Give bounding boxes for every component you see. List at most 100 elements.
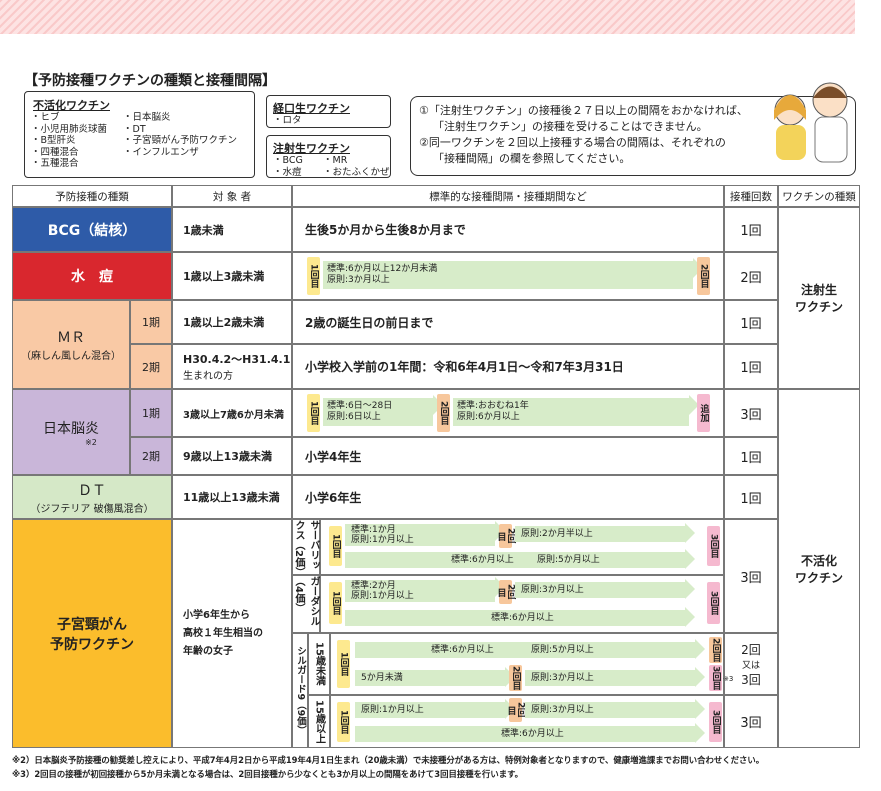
dt-schedule: 小学6年生 — [292, 475, 724, 519]
header-schedule: 標準的な接種間隔・接種期間など — [292, 185, 724, 207]
hpv-count-2b: 又は — [741, 660, 760, 671]
je-note: ※2 — [85, 437, 97, 447]
inactive-list-1: ・ヒブ ・小児用肺炎球菌 ・B型肝炎 ・四種混合 ・五種混合 — [31, 112, 108, 169]
section-title: 【予防接種ワクチンの種類と接種間隔】 — [24, 73, 276, 89]
hpv-title-1: 子宮頸がん — [57, 616, 127, 633]
silgard-label: シルガード9（9価） — [292, 633, 308, 748]
oral-vaccine-box: 経口生ワクチン ・ロタ — [266, 95, 391, 128]
je-min-1: 原則:6日以上 — [327, 412, 381, 422]
dose-1-tag: 1回目 — [337, 640, 350, 688]
dose-2-tag: 2回目 — [697, 257, 710, 295]
silgard-over15-schedule: 1回目 原則:1か月以上 2回目 原則:3か月以上 標準:6か月以上 3回目 — [330, 695, 724, 748]
mr-subtitle: （麻しん風しん混合） — [21, 351, 121, 362]
cv-std: 標準:1か月 — [351, 525, 396, 535]
dose-1-tag: 1回目 — [307, 394, 320, 432]
oral-title: 経口生ワクチン — [273, 102, 350, 115]
s9-std: 標準:6か月以上 — [431, 645, 494, 655]
row-hpv-name: 子宮頸がん 予防ワクチン — [12, 519, 172, 748]
je-period-1: 1期 — [130, 389, 172, 437]
dt-subtitle: （ジフテリア 破傷風混合） — [30, 503, 154, 515]
mr-count-1: 1回 — [724, 300, 778, 344]
oral-item: ・ロタ — [273, 115, 302, 126]
row-dt-name: ＤＴ （ジフテリア 破傷風混合） — [12, 475, 172, 519]
cv-min2: 原則:2か月半以上 — [521, 529, 593, 539]
cervarix-label: サーバリックス（2価） — [292, 519, 320, 577]
je-count-2: 1回 — [724, 437, 778, 475]
cv-min3: 原則:5か月以上 — [537, 555, 600, 565]
dose-2-tag: 2回目 — [506, 698, 526, 722]
mr-target-2-dates: H30.4.2～H31.4.1 — [183, 353, 291, 366]
je-min-2: 原則:6か月以上 — [457, 412, 520, 422]
je-target-1: 3歳以上7歳6か月未満 — [172, 389, 292, 437]
s9-min: 原則:5か月以上 — [531, 645, 594, 655]
dose-2-tag: 2回目 — [496, 524, 516, 548]
inactive-list-2: ・日本脳炎 ・DT ・子宮頸がん予防ワクチン ・インフルエンザ — [123, 112, 238, 158]
gd-min2: 原則:3か月以上 — [521, 585, 584, 595]
je-std-1: 標準:6日～28日 — [327, 401, 393, 411]
cv-min: 原則:1か月以上 — [351, 535, 414, 545]
mr-title: ＭＲ — [57, 330, 85, 346]
header-count: 接種回数 — [724, 185, 778, 207]
hpv-count-1: 3回 — [724, 519, 778, 633]
row-je-name: 日本脳炎 ※2 — [12, 389, 130, 475]
hpv-count-2: 2回 又は 3回 — [724, 633, 778, 695]
header-vaccine-kind: ワクチンの種類 — [778, 185, 860, 207]
inactive-vaccine-box: 不活化ワクチン ・ヒブ ・小児用肺炎球菌 ・B型肝炎 ・四種混合 ・五種混合 ・日本脳炎… — [24, 91, 255, 178]
booster-tag: 追加 — [697, 394, 710, 432]
row-varicella-name: 水 痘 — [12, 252, 172, 300]
row-bcg-count: 1回 — [724, 207, 778, 252]
row-varicella-count: 2回 — [724, 252, 778, 300]
dose-3-tag: 3回目 — [707, 526, 720, 566]
cv-std3: 標準:6か月以上 — [451, 555, 514, 565]
je-period-2: 2期 — [130, 437, 172, 475]
row-varicella-target: 1歳以上3歳未満 — [172, 252, 292, 300]
footnotes: ※2）日本脳炎予防接種の勧奨差し控えにより、平成7年4月2日から平成19年4月1… — [12, 753, 872, 781]
cv-arrow-3 — [345, 549, 695, 569]
header-target: 対 象 者 — [172, 185, 292, 207]
dose-2b-tag: 2回目 — [509, 665, 522, 691]
s9-arrow-1 — [355, 639, 705, 659]
mr-schedule-2: 小学校入学前の1年間：令和6年4月1日～令和7年3月31日 — [292, 344, 724, 389]
row-mr-name: ＭＲ （麻しん風しん混合） — [12, 300, 130, 389]
mr-target-1: 1歳以上2歳未満 — [172, 300, 292, 344]
injection-title: 注射生ワクチン — [273, 142, 350, 155]
row-bcg-name: BCG（結核） — [12, 207, 172, 252]
hpv-title-2: 予防ワクチン — [50, 636, 134, 653]
gd-std3: 標準:6か月以上 — [491, 613, 554, 623]
dose-2-tag: 2回目 — [437, 394, 450, 432]
footnote-3: ※3）2回目の接種が初回接種から5か月未満となる場合は、2回目接種から少なくとも… — [12, 769, 524, 779]
doctor-illustration — [774, 82, 848, 163]
dose-2-tag: 2回目 — [496, 580, 516, 604]
gardasil-schedule: 1回目 標準:2か月 原則:1か月以上 2回目 原則:3か月以上 標準:6か月以… — [320, 575, 724, 633]
je-schedule-2: 小学4年生 — [292, 437, 724, 475]
mr-period-2: 2期 — [130, 344, 172, 389]
dose-1-tag: 1回目 — [307, 257, 320, 295]
mr-target-2: H30.4.2～H31.4.1 生まれの方 — [172, 344, 292, 389]
inactive-title: 不活化ワクチン — [33, 99, 110, 112]
injection-vaccine-box: 注射生ワクチン ・BCG ・水痘 ・MR ・おたふくかぜ — [266, 135, 391, 178]
dose-3-tag: 3回目 — [709, 702, 722, 742]
mr-target-2-note: 生まれの方 — [183, 371, 233, 382]
mr-period-1: 1期 — [130, 300, 172, 344]
header-type: 予防接種の種類 — [12, 185, 172, 207]
header-banner — [0, 0, 855, 34]
hpv-target-1: 小学6年生から — [183, 609, 250, 621]
injection-list-1: ・BCG ・水痘 — [273, 155, 303, 178]
dt-title: ＤＴ — [78, 482, 106, 499]
hpv-count-3: 3回 — [724, 695, 778, 748]
gardasil-label: ガーダシル（4価） — [292, 575, 320, 633]
hpv-count-2a: 2回 — [741, 642, 761, 657]
row-varicella-schedule: 1回目 標準:6か月以上12か月未満 原則:3か月以上 2回目 — [292, 252, 724, 300]
injection-list-2: ・MR ・おたふくかぜ — [323, 155, 390, 178]
s9o-min: 原則:1か月以上 — [361, 705, 424, 715]
gd-min: 原則:1か月以上 — [351, 591, 414, 601]
dose-1-tag: 1回目 — [329, 582, 342, 624]
je-count-1: 3回 — [724, 389, 778, 437]
s9-u5: 5か月未満 — [361, 673, 403, 683]
type-live: 注射生 ワクチン — [778, 207, 860, 389]
dose-1-tag: 1回目 — [329, 526, 342, 566]
dose-3-tag: 3回目 — [709, 665, 722, 691]
type-inactive: 不活化 ワクチン — [778, 389, 860, 748]
hpv-target: 小学6年生から 高校１年生相当の 年齢の女子 — [172, 519, 292, 748]
dose-2-tag: 2回目 — [709, 637, 722, 663]
